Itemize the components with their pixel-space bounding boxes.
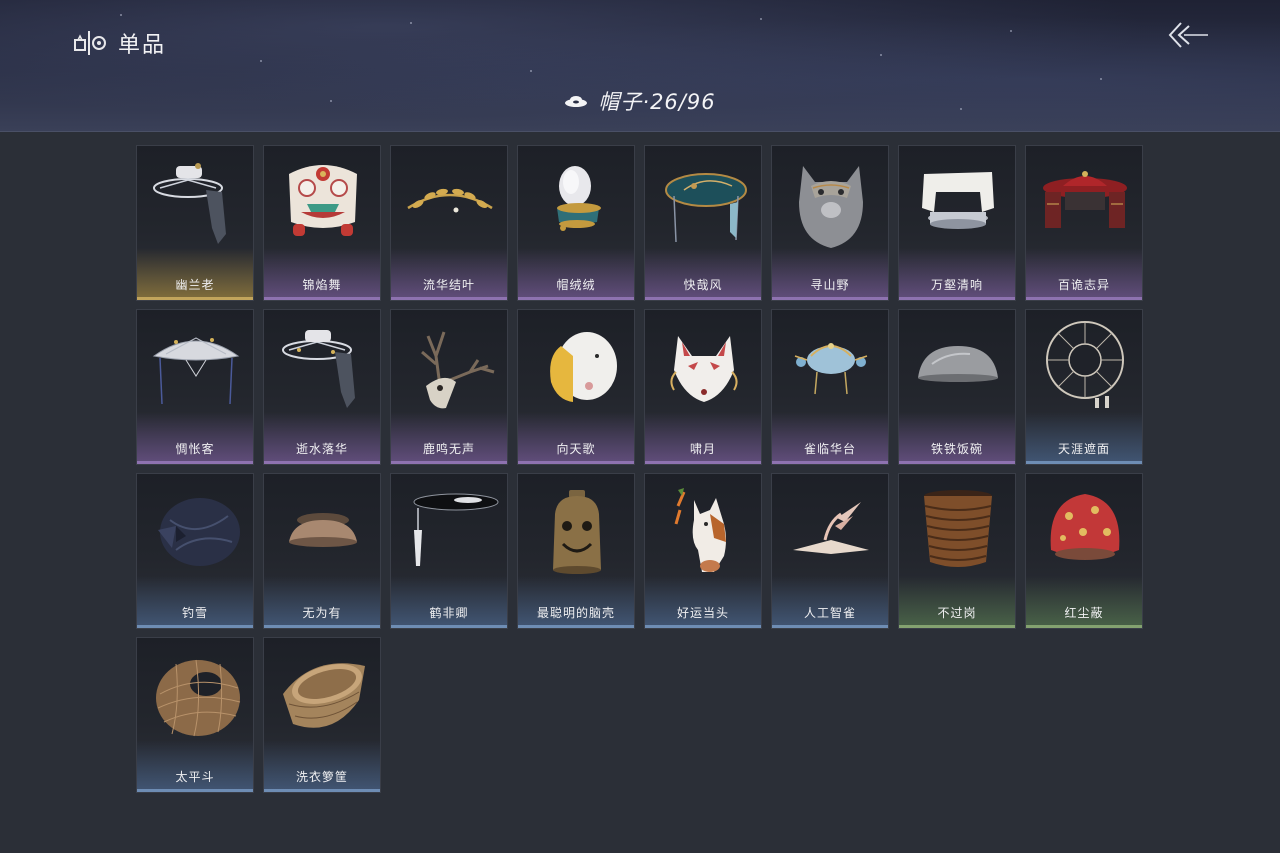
item-card[interactable]: 不过岗 — [898, 473, 1016, 629]
item-card[interactable]: 钓雪 — [136, 473, 254, 629]
stacked-bowls-icon — [924, 490, 992, 567]
plumed-cap-icon — [557, 166, 601, 231]
deer-skull-icon — [421, 331, 495, 409]
back-button[interactable] — [1166, 20, 1210, 50]
top-bar: 单品 帽子·26/96 — [0, 0, 1280, 132]
iron-bowl-icon — [918, 346, 998, 382]
red-curtain-hat-icon — [1043, 171, 1127, 228]
jeweled-crown-icon — [794, 343, 868, 395]
item-name: 惆怅客 — [175, 442, 215, 456]
laurel-circlet-icon — [407, 188, 493, 213]
hat-grid: 幽兰老 锦焰舞 流华结叶 帽绒绒 快哉风 寻山野 万壑清响 百诡志异 惆怅客 逝… — [136, 145, 1143, 793]
item-name: 红尘蔽 — [1064, 606, 1104, 620]
blue-brim-hat-icon — [665, 173, 747, 243]
item-card[interactable]: 红尘蔽 — [1025, 473, 1143, 629]
item-card[interactable]: 好运当头 — [644, 473, 762, 629]
goose-hood-icon — [550, 332, 617, 402]
item-name: 锦焰舞 — [302, 278, 342, 292]
double-chevron-left-icon — [1168, 22, 1208, 48]
item-name: 啸月 — [689, 442, 716, 456]
veiled-hat-icon — [153, 163, 226, 244]
item-card[interactable]: 逝水落华 — [263, 309, 381, 465]
page-title: 单品 — [118, 33, 167, 58]
item-name: 幽兰老 — [175, 278, 215, 292]
clay-bowl-icon — [289, 513, 357, 547]
black-brim-hat-icon — [413, 493, 499, 566]
item-card[interactable]: 啸月 — [644, 309, 762, 465]
item-card[interactable]: 洗衣箩筐 — [263, 637, 381, 793]
item-card[interactable]: 无为有 — [263, 473, 381, 629]
item-card[interactable]: 人工智雀 — [771, 473, 889, 629]
item-card[interactable]: 太平斗 — [136, 637, 254, 793]
item-name: 洗衣箩筐 — [295, 770, 348, 784]
item-name: 寻山野 — [810, 278, 850, 292]
page-heading: 单品 — [74, 28, 166, 58]
item-card[interactable]: 鹤非卿 — [390, 473, 508, 629]
lion-dance-head-icon — [289, 165, 357, 236]
item-name: 鹤非卿 — [429, 606, 469, 620]
item-name: 万壑清响 — [930, 278, 983, 292]
hat-icon — [565, 96, 588, 107]
item-name: 快哉风 — [683, 278, 723, 292]
red-cloth-hood-icon — [1050, 494, 1120, 560]
item-card[interactable]: 百诡志异 — [1025, 145, 1143, 301]
bell-helmet-icon — [553, 490, 601, 574]
laundry-basket-icon — [283, 663, 365, 728]
item-card[interactable]: 最聪明的脑壳 — [517, 473, 635, 629]
item-name: 不过岗 — [937, 606, 977, 620]
item-card[interactable]: 雀临华台 — [771, 309, 889, 465]
horse-head-icon — [674, 488, 726, 572]
item-name: 向天歌 — [556, 442, 596, 456]
category-header: 帽子·26/96 — [0, 86, 1280, 116]
item-card[interactable]: 帽绒绒 — [517, 145, 635, 301]
item-card[interactable]: 铁铁饭碗 — [898, 309, 1016, 465]
item-name: 最聪明的脑壳 — [536, 606, 615, 620]
item-name: 好运当头 — [676, 606, 729, 620]
veiled-hat-icon — [282, 330, 355, 408]
item-card[interactable]: 幽兰老 — [136, 145, 254, 301]
item-name: 钓雪 — [181, 606, 208, 620]
item-card[interactable]: 向天歌 — [517, 309, 635, 465]
item-card[interactable]: 鹿鸣无声 — [390, 309, 508, 465]
item-name: 太平斗 — [175, 770, 215, 784]
wolf-hood-icon — [799, 166, 863, 248]
dark-bamboo-hat-icon — [158, 498, 240, 566]
woven-basket-hat-icon — [156, 659, 241, 737]
item-card[interactable]: 惆怅客 — [136, 309, 254, 465]
item-card[interactable]: 快哉风 — [644, 145, 762, 301]
item-card[interactable]: 万壑清响 — [898, 145, 1016, 301]
item-card[interactable]: 寻山野 — [771, 145, 889, 301]
item-name: 百诡志异 — [1057, 278, 1110, 292]
item-name: 帽绒绒 — [556, 278, 596, 292]
paper-bird-icon — [793, 502, 869, 554]
item-name: 天涯遮面 — [1057, 442, 1110, 456]
wire-frame-hat-icon — [1046, 321, 1124, 408]
item-name: 流华结叶 — [422, 278, 475, 292]
item-name: 铁铁饭碗 — [930, 442, 983, 456]
white-cloth-cap-icon — [922, 172, 994, 229]
item-name: 人工智雀 — [803, 606, 856, 620]
item-card[interactable]: 天涯遮面 — [1025, 309, 1143, 465]
item-name: 鹿鸣无声 — [422, 442, 475, 456]
wardrobe-logo-icon — [74, 31, 106, 55]
item-card[interactable]: 流华结叶 — [390, 145, 508, 301]
item-name: 逝水落华 — [295, 442, 348, 456]
straw-rain-hat-icon — [152, 337, 240, 405]
item-name: 无为有 — [302, 606, 342, 620]
fox-mask-icon — [670, 336, 738, 402]
item-card[interactable]: 锦焰舞 — [263, 145, 381, 301]
category-title: 帽子·26/96 — [598, 90, 716, 114]
item-name: 雀临华台 — [803, 442, 856, 456]
